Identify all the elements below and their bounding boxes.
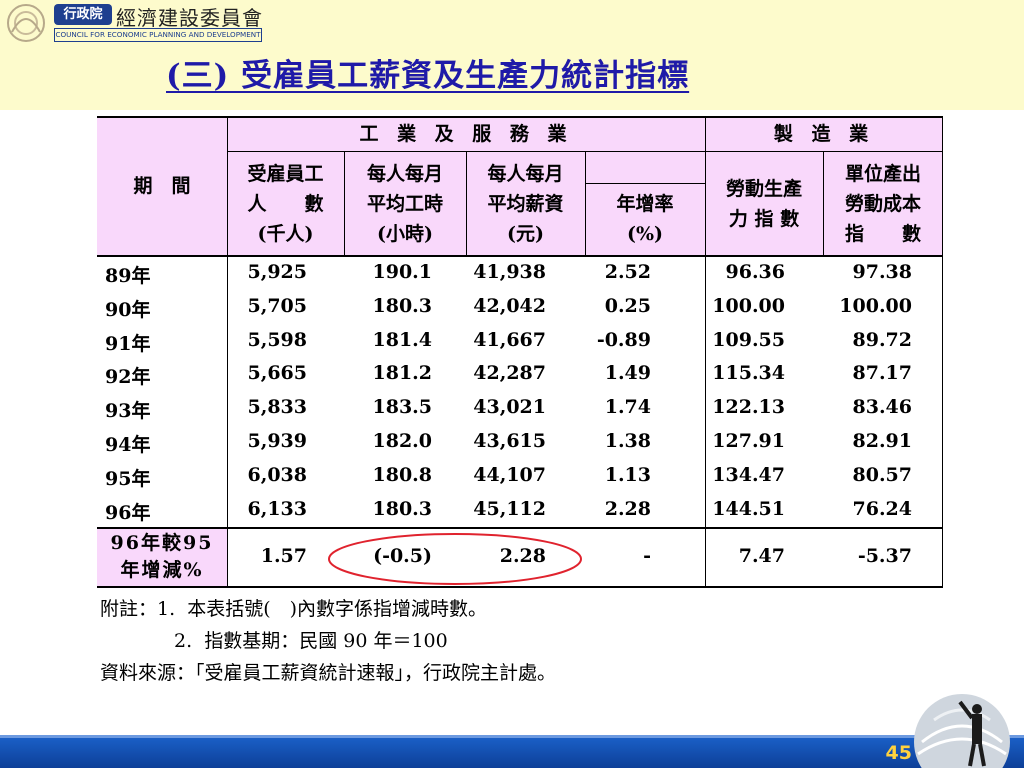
notes: 附註：1. 本表括號( )內數字係指增減時數。 2. 指數基期：民國 90 年＝…: [100, 593, 556, 689]
cell-productivity: 96.36: [725, 261, 786, 283]
cell-hours: 190.1: [372, 261, 433, 283]
cell-hours: 182.0: [372, 430, 433, 452]
row-year: 93年: [105, 400, 151, 423]
source-line: 資料來源：「受雇員工薪資統計速報」，行政院主計處。: [100, 662, 557, 684]
period-header: 期 間: [133, 174, 191, 197]
cell-growth: 2.52: [604, 261, 651, 283]
change-unit-cost: -5.37: [857, 545, 912, 567]
statistics-table: 期 間 工 業 及 服 務 業 製 造 業 受雇員工人 數 (千人) 每人每月 平均…: [97, 116, 943, 588]
row-year: 96年: [105, 501, 151, 524]
page-number: 45: [885, 742, 912, 764]
seal-icon: [7, 4, 45, 42]
cell-productivity: 144.51: [712, 497, 785, 520]
change-productivity: 7.47: [738, 545, 785, 567]
logo-badge: 行政院: [54, 4, 112, 25]
cell-growth: 1.38: [604, 430, 651, 452]
row-year: 94年: [105, 434, 151, 456]
cepd-logo: 行政院 經濟建設委員會 COUNCIL FOR ECONOMIC PLANNIN…: [4, 2, 262, 44]
cell-growth: -0.89: [596, 328, 651, 351]
cell-hours: 181.4: [372, 328, 433, 351]
cell-employees: 6,133: [247, 497, 308, 520]
note-line-1: 附註：1. 本表括號( )內數字係指增減時數。: [100, 598, 488, 620]
page-title: (三) 受雇員工薪資及生產力統計指標: [166, 58, 690, 94]
cell-wage: 43,615: [473, 430, 546, 452]
wage-header: 每人每月 平均薪資 (元): [487, 162, 564, 245]
cell-productivity: 122.13: [712, 396, 785, 419]
cell-employees: 5,598: [247, 328, 308, 351]
cell-wage: 44,107: [473, 463, 546, 486]
row-year: 95年: [105, 467, 151, 490]
change-employees: 1.57: [260, 545, 307, 567]
unit-cost-header: 單位產出 勞動成本指 數: [844, 162, 921, 245]
cell-unit-cost: 82.91: [852, 430, 913, 452]
row-year: 89年: [105, 265, 151, 287]
cell-unit-cost: 97.38: [852, 261, 913, 283]
cell-hours: 180.3: [372, 497, 433, 520]
cell-productivity: 134.47: [712, 463, 785, 486]
logo-name: 經濟建設委員會: [116, 6, 263, 30]
productivity-header: 勞動生產力 指 數: [725, 177, 802, 230]
change-row-label: 96年較95 年增減%: [110, 532, 214, 581]
cell-unit-cost: 80.57: [852, 463, 913, 486]
highlight-circle: [328, 533, 582, 585]
manufacturing-group-header: 製 造 業: [773, 123, 875, 145]
cell-wage: 43,021: [473, 396, 546, 419]
growth-header: 年增率 (%): [616, 193, 674, 245]
globe-figure-icon: [914, 694, 1010, 768]
cell-unit-cost: 87.17: [852, 362, 913, 385]
cell-productivity: 127.91: [712, 430, 785, 452]
cell-wage: 41,667: [473, 328, 546, 351]
cell-growth: 2.28: [604, 497, 651, 520]
cell-growth: 1.13: [604, 463, 651, 486]
cell-employees: 6,038: [247, 463, 308, 486]
cell-employees: 5,705: [247, 294, 308, 317]
employees-header: 受雇員工人 數 (千人): [247, 162, 324, 245]
cell-hours: 180.8: [372, 463, 433, 486]
cell-wage: 45,112: [473, 497, 546, 520]
note-line-2: 2. 指數基期：民國 90 年＝100: [174, 630, 448, 652]
change-growth: -: [643, 545, 651, 567]
cell-hours: 183.5: [372, 396, 433, 419]
cell-unit-cost: 76.24: [852, 497, 913, 520]
cell-hours: 181.2: [372, 362, 433, 385]
cell-hours: 180.3: [372, 294, 433, 317]
cell-wage: 42,042: [473, 294, 546, 317]
cell-productivity: 100.00: [712, 294, 785, 317]
cell-employees: 5,939: [247, 430, 308, 452]
cell-employees: 5,665: [247, 362, 308, 385]
cell-unit-cost: 83.46: [852, 396, 913, 419]
cell-productivity: 115.34: [712, 362, 785, 385]
hours-header: 每人每月 平均工時 (小時): [366, 162, 443, 245]
cell-employees: 5,833: [247, 396, 308, 419]
cell-growth: 1.49: [604, 362, 651, 385]
industry-group-header: 工 業 及 服 務 業: [359, 123, 573, 145]
cell-wage: 41,938: [473, 261, 546, 283]
row-year: 91年: [105, 332, 151, 355]
cell-productivity: 109.55: [712, 328, 785, 351]
cell-unit-cost: 89.72: [852, 328, 913, 351]
cell-wage: 42,287: [473, 362, 546, 385]
cell-employees: 5,925: [247, 261, 308, 283]
table-top-border: [97, 116, 943, 118]
logo-english-name: COUNCIL FOR ECONOMIC PLANNING AND DEVELO…: [54, 28, 262, 42]
footer-bar: [0, 738, 1024, 768]
cell-unit-cost: 100.00: [839, 294, 912, 317]
cell-growth: 0.25: [604, 294, 651, 317]
row-year: 90年: [105, 298, 151, 321]
cell-growth: 1.74: [604, 396, 651, 419]
row-year: 92年: [105, 366, 151, 389]
